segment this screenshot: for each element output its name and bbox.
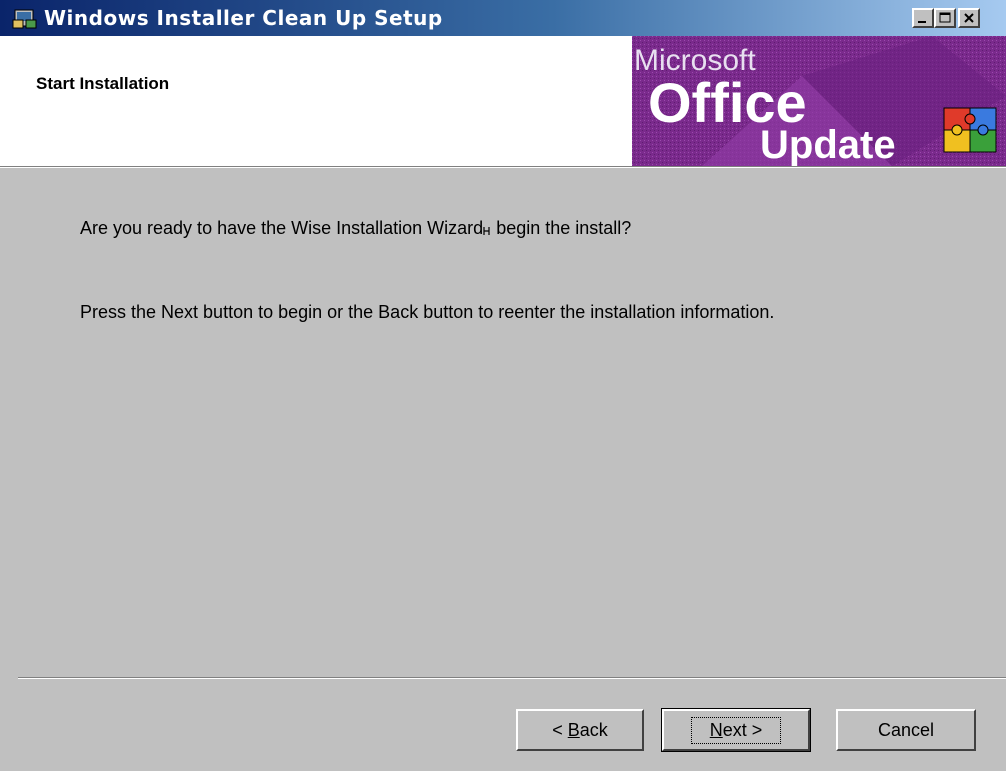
next-hotkey: N bbox=[709, 719, 723, 740]
minimize-icon bbox=[918, 21, 926, 23]
instruction-text: Press the Next button to begin or the Ba… bbox=[80, 302, 775, 322]
trademark-mark bbox=[483, 227, 490, 235]
puzzle-icon bbox=[943, 107, 997, 153]
title-bar[interactable]: Windows Installer Clean Up Setup bbox=[0, 0, 1006, 36]
maximize-icon bbox=[939, 12, 951, 23]
next-rest: ext > bbox=[722, 719, 763, 740]
office-update-banner: Microsoft Office Update bbox=[632, 36, 1006, 166]
installer-app-icon bbox=[12, 9, 37, 29]
header-divider bbox=[0, 166, 1006, 168]
ready-question-text: Are you ready to have the Wise Installat… bbox=[80, 218, 484, 238]
cancel-button[interactable]: Cancel bbox=[836, 709, 976, 751]
window-title: Windows Installer Clean Up Setup bbox=[44, 6, 443, 30]
minimize-button[interactable] bbox=[912, 8, 934, 28]
next-focus-rect: Next > bbox=[690, 716, 782, 744]
ready-question: Are you ready to have the Wise Installat… bbox=[80, 216, 631, 240]
close-icon bbox=[964, 13, 974, 23]
maximize-button[interactable] bbox=[934, 8, 956, 28]
banner-graphic: Microsoft Office Update bbox=[632, 36, 1006, 166]
footer-divider bbox=[18, 677, 1006, 679]
wizard-header: Start Installation Microsoft Office Upda… bbox=[0, 36, 1006, 166]
banner-update: Update bbox=[760, 123, 896, 166]
ready-question-end: begin the install? bbox=[491, 218, 632, 238]
close-button[interactable] bbox=[958, 8, 980, 28]
back-hotkey: B bbox=[567, 719, 580, 740]
back-prefix: < bbox=[552, 719, 568, 740]
back-rest: ack bbox=[579, 719, 608, 740]
page-title: Start Installation bbox=[36, 74, 170, 93]
next-button[interactable]: Next > bbox=[661, 708, 811, 752]
back-button[interactable]: < Back bbox=[516, 709, 644, 751]
setup-window: Windows Installer Clean Up Setup Start I… bbox=[0, 0, 1006, 771]
